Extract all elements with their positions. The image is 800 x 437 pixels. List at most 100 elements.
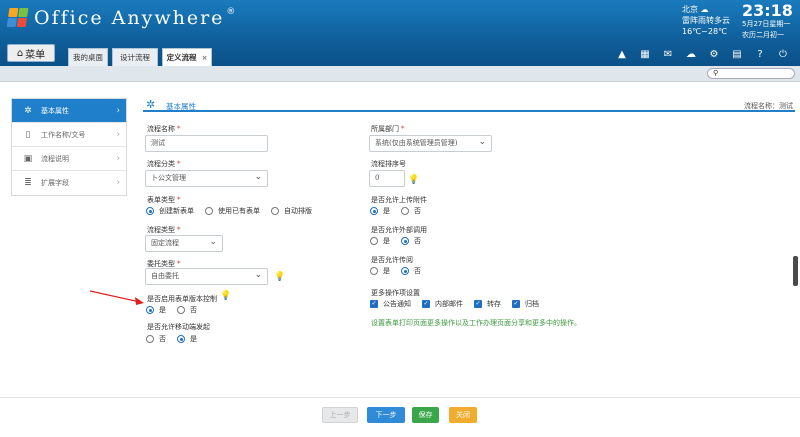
apps-icon[interactable]: ▦ — [635, 46, 655, 62]
close-icon[interactable]: × — [202, 54, 208, 62]
option-label: 内部邮件 — [435, 300, 463, 308]
tab-design-flow[interactable]: 设计流程 — [112, 48, 158, 66]
lightbulb-icon[interactable]: 💡 — [408, 175, 419, 185]
scrollbar[interactable] — [793, 256, 798, 286]
checkbox-save[interactable]: ✓ — [474, 300, 482, 308]
proc-type-select[interactable]: 固定流程 — [145, 235, 223, 252]
checkbox-notice[interactable]: ✓ — [370, 300, 378, 308]
alert-icon[interactable]: ▲ — [612, 46, 632, 62]
radio-circulate-no[interactable] — [401, 267, 409, 275]
option-label: 是 — [159, 306, 166, 314]
sidebar: ✲ 基本属性 › ▯ 工作名称/文号 › ▣ 流程说明 › ≣ 扩展字段 › — [11, 98, 127, 196]
sidebar-item-label: 基本属性 — [41, 106, 69, 115]
clipboard-icon[interactable]: ▤ — [727, 46, 747, 62]
weather-widget: 北京 ☁ 雷阵雨转多云 16℃~28℃ — [682, 4, 730, 37]
more-ops-hint: 设置表单打印页面更多操作以及工作办理页面分享和更多中的操作。 — [371, 319, 581, 327]
sub-toolbar: ⚲ — [0, 66, 800, 82]
option-label: 公告通知 — [383, 300, 411, 308]
mobile-label: 是否允许移动端发起 — [147, 323, 210, 331]
lightbulb-icon[interactable]: 💡 — [220, 291, 231, 301]
app-logo: Office Anywhere ® — [6, 7, 235, 29]
option-label: 使用已有表单 — [218, 207, 260, 215]
chevron-right-icon: › — [116, 178, 120, 188]
option-label: 转存 — [487, 300, 501, 308]
radio-auto-layout[interactable] — [271, 207, 279, 215]
prev-button[interactable]: 上一步 — [322, 407, 358, 423]
cloud-icon: ☁ — [700, 5, 709, 14]
radio-existing-form[interactable] — [205, 207, 213, 215]
sidebar-item-label: 工作名称/文号 — [41, 130, 86, 139]
radio-attach-yes[interactable] — [370, 207, 378, 215]
weather-city: 北京 — [682, 5, 698, 14]
tab-desktop[interactable]: 我的桌面 — [68, 48, 108, 66]
power-icon[interactable]: ⏻ — [773, 46, 793, 62]
radio-circulate-yes[interactable] — [370, 267, 378, 275]
toolbar-icons: ▲ ▦ ✉ ☁ ⚙ ▤ ? ⏻ — [612, 46, 793, 62]
close-button[interactable]: 关闭 — [449, 407, 477, 423]
clock-date: 5月27日星期一 — [742, 20, 791, 28]
radio-mobile-yes[interactable] — [177, 335, 185, 343]
tab-label: 我的桌面 — [73, 53, 103, 62]
order-input[interactable]: 0 — [369, 170, 405, 187]
mobile-options: 否 是 — [146, 334, 197, 344]
app-title: Office Anywhere — [34, 7, 225, 29]
radio-external-no[interactable] — [401, 237, 409, 245]
menu-button-label: 菜单 — [25, 49, 46, 61]
weather-desc: 雷阵雨转多云 — [682, 16, 730, 25]
checkbox-mail[interactable]: ✓ — [422, 300, 430, 308]
external-label: 是否允许外部调用 — [371, 226, 427, 234]
option-label: 否 — [159, 335, 166, 343]
menu-button[interactable]: ⌂ 菜单 — [7, 44, 55, 62]
sidebar-item-basic[interactable]: ✲ 基本属性 › — [12, 99, 126, 123]
notes-icon: ▣ — [23, 153, 33, 164]
chevron-right-icon: › — [116, 129, 120, 140]
option-label: 否 — [414, 267, 421, 275]
date-info: 5月27日星期一 农历二月初一 — [742, 19, 790, 41]
search-input[interactable]: ⚲ — [707, 68, 795, 79]
cloud-upload-icon[interactable]: ☁ — [681, 46, 701, 62]
help-icon[interactable]: ? — [750, 46, 770, 62]
tab-define-flow[interactable]: 定义流程 × — [162, 48, 212, 66]
clock-time: 23:18 — [742, 1, 793, 20]
attach-options: 是 否 — [370, 206, 421, 216]
list-icon: ≣ — [24, 178, 32, 188]
option-label: 是 — [190, 335, 197, 343]
radio-new-form[interactable] — [146, 207, 154, 215]
sidebar-item-work-name[interactable]: ▯ 工作名称/文号 › — [12, 123, 126, 147]
checkbox-archive[interactable]: ✓ — [512, 300, 520, 308]
top-header: Office Anywhere ® 北京 ☁ 雷阵雨转多云 16℃~28℃ 23… — [0, 0, 800, 66]
attach-label: 是否允许上传附件 — [371, 196, 427, 204]
sidebar-item-label: 扩展字段 — [41, 179, 69, 187]
category-label: 流程分类 * — [147, 160, 181, 168]
radio-mobile-no[interactable] — [146, 335, 154, 343]
settings-icon[interactable]: ⚙ — [704, 46, 724, 62]
sidebar-item-description[interactable]: ▣ 流程说明 › — [12, 147, 126, 171]
weather-temp: 16℃~28℃ — [682, 27, 728, 36]
home-icon: ⌂ — [16, 47, 24, 59]
logo-icon — [6, 8, 30, 28]
dept-select[interactable]: 系统(仅由系统管理员管理) — [369, 135, 492, 152]
option-label: 是 — [383, 237, 390, 245]
chevron-right-icon: › — [116, 153, 120, 164]
radio-version-no[interactable] — [177, 306, 185, 314]
delegate-select[interactable]: 自由委托 — [145, 268, 268, 285]
radio-attach-no[interactable] — [401, 207, 409, 215]
sidebar-item-extension[interactable]: ≣ 扩展字段 › — [12, 171, 126, 195]
lightbulb-icon[interactable]: 💡 — [274, 272, 285, 282]
more-ops-label: 更多操作项设置 — [371, 289, 420, 297]
next-button[interactable]: 下一步 — [367, 407, 405, 423]
save-button[interactable]: 保存 — [412, 407, 439, 423]
form-type-label: 表单类型 * — [147, 196, 181, 204]
chevron-right-icon: › — [116, 105, 120, 116]
version-options: 是 否 — [146, 305, 197, 315]
gear-icon: ✲ — [146, 98, 156, 111]
option-label: 自动排版 — [284, 207, 312, 215]
messages-icon[interactable]: ✉ — [658, 46, 678, 62]
option-label: 否 — [414, 237, 421, 245]
option-label: 否 — [190, 306, 197, 314]
circulate-label: 是否允许传阅 — [371, 256, 413, 264]
radio-external-yes[interactable] — [370, 237, 378, 245]
process-name-input[interactable]: 测试 — [145, 135, 268, 152]
order-label: 流程排序号 — [371, 160, 406, 168]
category-select[interactable]: 卜公文管理 — [145, 170, 268, 187]
